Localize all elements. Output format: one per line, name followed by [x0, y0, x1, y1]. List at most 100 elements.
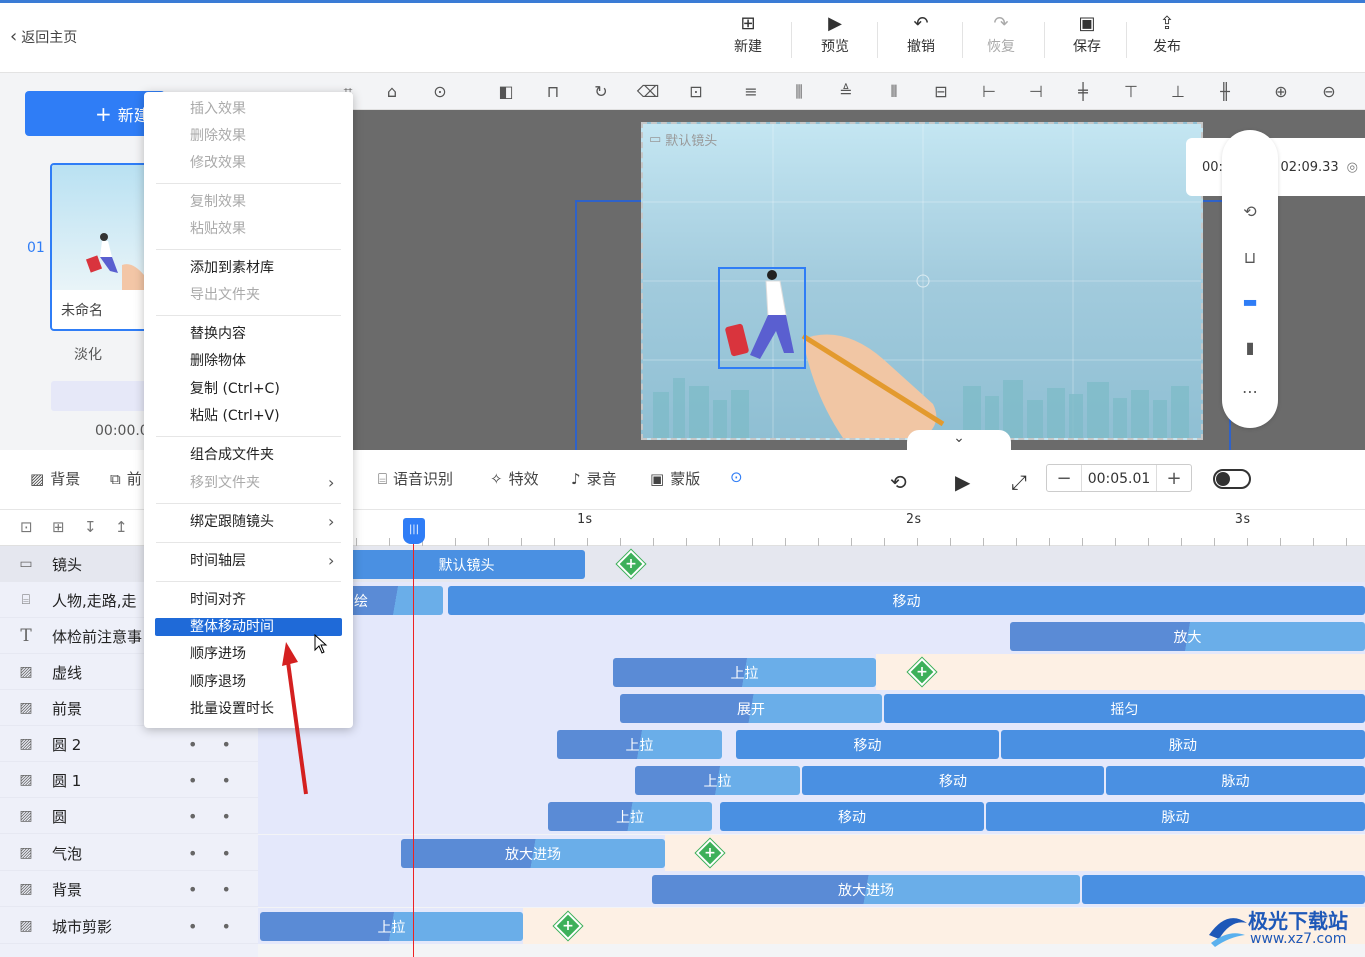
- decrease-time-button[interactable]: −: [1047, 468, 1081, 489]
- track-label[interactable]: ▨ 圆 2 ••: [0, 726, 258, 762]
- track-lane[interactable]: 上拉 +: [258, 654, 1365, 690]
- menu-item-copy[interactable]: 复制 (Ctrl+C): [190, 378, 280, 400]
- effect-segment[interactable]: 绘: [348, 586, 443, 615]
- undo-button[interactable]: ↶ 撤销: [891, 12, 951, 62]
- track-options-icon[interactable]: ••: [188, 735, 255, 754]
- rotate-lock-icon[interactable]: ⟲: [1238, 200, 1262, 224]
- menu-item-copy-effect[interactable]: 复制效果: [190, 191, 246, 213]
- mobile-icon[interactable]: ▮: [1238, 336, 1262, 360]
- menu-item-bind-camera[interactable]: 绑定跟随镜头: [190, 511, 334, 533]
- track-options-icon[interactable]: ••: [188, 880, 255, 899]
- add-folder-icon[interactable]: ⊞: [52, 518, 65, 536]
- effect-segment[interactable]: 移动: [720, 802, 984, 831]
- effect-segment[interactable]: 移动: [448, 586, 1365, 615]
- camera-frame[interactable]: ▭ 默认镜头: [641, 122, 1203, 440]
- menu-item-paste-effect[interactable]: 粘贴效果: [190, 218, 246, 240]
- track-options-icon[interactable]: ••: [188, 844, 255, 863]
- align-right-icon[interactable]: ⊣: [1024, 80, 1048, 104]
- align-center-v-icon[interactable]: ⫼: [787, 80, 811, 104]
- effect-segment[interactable]: 放大进场: [652, 875, 1080, 904]
- align-hcenter-icon[interactable]: ╫: [1213, 80, 1237, 104]
- record-tool[interactable]: ♪ 录音: [571, 468, 617, 489]
- effects-tool[interactable]: ✧ 特效: [490, 468, 539, 489]
- effect-segment[interactable]: 上拉: [613, 658, 876, 687]
- lock-icon[interactable]: ⊓: [541, 80, 565, 104]
- selected-figure[interactable]: [718, 267, 806, 369]
- track-options-icon[interactable]: ••: [188, 807, 255, 826]
- align-middle-icon[interactable]: ≜: [834, 80, 858, 104]
- settings-circle-icon[interactable]: ◎: [1347, 160, 1358, 175]
- zoom-in-icon[interactable]: ⊕: [1269, 80, 1293, 104]
- track-label[interactable]: ▨ 城市剪影 ••: [0, 908, 258, 944]
- back-home-link[interactable]: ‹ 返回主页: [10, 26, 77, 47]
- fullscreen-icon[interactable]: ⤢: [1011, 470, 1027, 494]
- playhead-handle[interactable]: |||: [403, 518, 425, 544]
- menu-item-timeline-layer[interactable]: 时间轴层: [190, 550, 334, 572]
- menu-item-replace-content[interactable]: 替换内容: [190, 323, 246, 345]
- track-lane[interactable]: 上拉 +: [258, 908, 1365, 944]
- track-label[interactable]: ▨ 圆 1 ••: [0, 762, 258, 798]
- menu-item-group-folder[interactable]: 组合成文件夹: [190, 444, 274, 466]
- effect-segment[interactable]: 摇匀: [884, 694, 1365, 723]
- menu-item-sequential-enter[interactable]: 顺序进场: [190, 643, 246, 665]
- new-button[interactable]: ⊞ 新建: [718, 12, 778, 62]
- effect-segment[interactable]: [1082, 875, 1365, 904]
- track-lane[interactable]: 上拉 移动 脉动: [258, 726, 1365, 762]
- folder-icon[interactable]: ⊡: [20, 518, 33, 536]
- track-lane[interactable]: 绘 移动: [258, 582, 1365, 618]
- menu-item-move-all-time[interactable]: 整体移动时间: [190, 616, 274, 638]
- track-lane[interactable]: 上拉 移动 脉动: [258, 798, 1365, 834]
- effect-segment[interactable]: 移动: [736, 730, 999, 759]
- menu-item-time-align[interactable]: 时间对齐: [190, 589, 246, 611]
- effect-segment[interactable]: 上拉: [557, 730, 722, 759]
- desktop-icon[interactable]: ▬: [1238, 290, 1262, 314]
- menu-item-add-to-library[interactable]: 添加到素材库: [190, 257, 274, 279]
- scene-duration-bar[interactable]: [51, 381, 151, 411]
- effect-segment[interactable]: 放大进场: [401, 839, 665, 868]
- time-stepper[interactable]: − 00:05.01 +: [1046, 464, 1192, 492]
- effect-segment[interactable]: 上拉: [548, 802, 712, 831]
- menu-item-move-to-folder[interactable]: 移到文件夹: [190, 472, 334, 494]
- background-tool[interactable]: ▨ 背景: [30, 468, 80, 489]
- more-horizontal-icon[interactable]: ⋯: [1238, 380, 1262, 404]
- unlock-icon[interactable]: ⊔: [1238, 246, 1262, 270]
- track-lane[interactable]: 展开 摇匀: [258, 690, 1365, 726]
- align-center-h-icon[interactable]: ≡: [739, 80, 763, 104]
- effect-segment[interactable]: 上拉: [635, 766, 800, 795]
- speech-recognition-tool[interactable]: ⌸ 语音识别: [378, 468, 453, 489]
- track-options-icon[interactable]: ••: [188, 771, 255, 790]
- menu-item-export-folder[interactable]: 导出文件夹: [190, 284, 260, 306]
- effect-segment[interactable]: 上拉: [260, 912, 523, 941]
- align-left-icon[interactable]: ⊢: [977, 80, 1001, 104]
- zoom-out-icon[interactable]: ⊖: [1317, 80, 1341, 104]
- increase-time-button[interactable]: +: [1157, 468, 1191, 489]
- move-down-icon[interactable]: ↧: [84, 518, 97, 536]
- effect-segment[interactable]: 脉动: [986, 802, 1365, 831]
- effect-segment[interactable]: 展开: [620, 694, 882, 723]
- effect-segment[interactable]: 脉动: [1106, 766, 1365, 795]
- replay-icon[interactable]: ⟲: [890, 470, 907, 494]
- more-circle-icon[interactable]: ⊙: [428, 80, 452, 104]
- track-lane[interactable]: 默认镜头 +: [258, 546, 1365, 582]
- more-tools-button[interactable]: ⊙: [730, 468, 743, 486]
- flip-icon[interactable]: ◧: [494, 80, 518, 104]
- track-label[interactable]: ▨ 气泡 ••: [0, 835, 258, 871]
- toggle-switch[interactable]: [1213, 469, 1251, 489]
- menu-item-delete-effect[interactable]: 删除效果: [190, 125, 246, 147]
- menu-item-paste[interactable]: 粘贴 (Ctrl+V): [190, 405, 280, 427]
- rotate-icon[interactable]: ↻: [589, 80, 613, 104]
- time-value[interactable]: 00:05.01: [1081, 465, 1157, 491]
- mask-tool[interactable]: ▣ 蒙版: [650, 468, 700, 489]
- effect-segment[interactable]: 脉动: [1001, 730, 1365, 759]
- menu-item-delete-object[interactable]: 删除物体: [190, 350, 246, 372]
- collapse-stage-button[interactable]: ⌄: [907, 430, 1011, 450]
- effect-segment[interactable]: 移动: [802, 766, 1104, 795]
- distribute-v-icon[interactable]: ⊟: [929, 80, 953, 104]
- track-label[interactable]: ▨ 背景 ••: [0, 871, 258, 907]
- distribute-h-icon[interactable]: ⫴: [882, 80, 906, 104]
- redo-button[interactable]: ↷ 恢复: [971, 12, 1031, 62]
- menu-item-sequential-exit[interactable]: 顺序退场: [190, 671, 246, 693]
- foreground-tool[interactable]: ⧉ 前: [110, 468, 142, 489]
- save-button[interactable]: ▣ 保存: [1057, 12, 1117, 62]
- align-vcenter-icon[interactable]: ╪: [1071, 80, 1095, 104]
